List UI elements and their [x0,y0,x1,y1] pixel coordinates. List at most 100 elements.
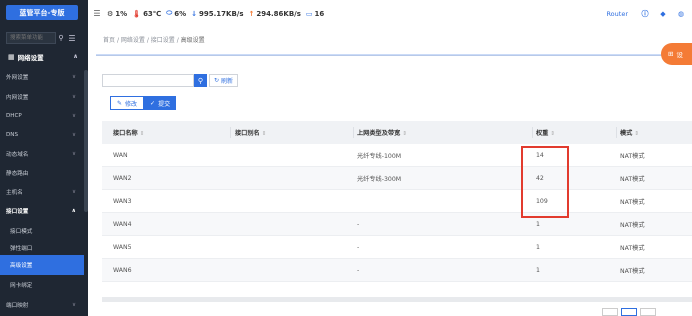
breadcrumb-home[interactable]: 首页 [103,37,115,44]
search-toolbar: ⚲ ↻ 刷新 [102,74,239,87]
edit-label: 修改 [125,100,138,108]
shirt-theme-icon[interactable]: ◆ [656,10,670,18]
sidebar-item-wan[interactable]: 外网设置 ∨ [0,66,84,88]
cell-mode: NAT模式 [620,267,645,275]
action-toolbar: ✎ 修改 ✓ 提交 [110,96,177,110]
cell-interface-name: WAN2 [113,174,132,182]
network-settings-icon: ▦ [8,52,15,61]
router-link[interactable]: Router [606,10,628,18]
cell-mode: NAT模式 [620,244,645,252]
chevron-down-icon: ∨ [71,302,76,308]
menu-icon[interactable]: ☰ [67,32,77,44]
grid-icon: ⊞ [668,50,674,58]
cell-mode: NAT模式 [620,152,645,160]
sidebar-scrollbar[interactable] [84,70,88,212]
pagination-next-button[interactable] [640,308,656,316]
chevron-down-icon: ∨ [71,189,76,195]
chevron-down-icon: ∨ [71,132,76,138]
menu-toggle-icon[interactable]: ☰ [92,9,102,18]
table-search-input[interactable] [102,74,194,87]
pagination-prev-button[interactable] [602,308,618,316]
chevron-up-icon: ∧ [73,53,78,60]
column-divider[interactable] [353,127,354,138]
cpu-value: 1% [115,9,128,18]
header-label: 上网类型及带宽 [357,130,401,137]
cell-connection-type: - [357,266,360,274]
monitor-icon: ▭ [305,9,313,18]
header-weight[interactable]: 权重 ⇕ [536,128,555,137]
cell-mode: NAT模式 [620,198,645,206]
breadcrumb-network[interactable]: 网络设置 [121,37,145,44]
memory-stat: ⬭ 6% [166,9,186,18]
menu-search-input[interactable] [6,32,56,44]
table-row[interactable]: WAN3 109 NAT模式 [102,190,692,213]
terminals-stat: ▭ 16 [306,10,324,18]
column-divider[interactable] [532,127,533,138]
upload-arrow-icon: ↑ [248,9,255,18]
cell-connection-type: - [357,220,360,228]
cell-connection-type: 光纤专线-100M [357,152,402,160]
sidebar-item-label: DNS [6,132,19,138]
info-icon[interactable]: ⓘ [638,9,652,19]
temperature-stat: 🌡 63℃ [132,10,161,18]
column-divider[interactable] [616,127,617,138]
weight-highlight-box [521,146,569,218]
submit-label: 提交 [158,100,171,108]
header-interface-name[interactable]: 接口名称 ⇕ [113,128,144,137]
cell-interface-name: WAN4 [113,220,132,228]
cell-connection-type: - [357,243,360,251]
sidebar-item-advanced-settings[interactable]: 高级设置 [0,255,84,275]
pagination [602,308,659,316]
sort-icon: ⇕ [402,131,407,137]
submit-button[interactable]: ✓ 提交 [144,96,177,110]
cell-connection-type: 光纤专线-300M [357,175,402,183]
top-status-bar: ☰ ⚙ 1% 🌡 63℃ ⬭ 6% ↓ 995.17KB/s ↑ 294.86KB/s ▭… [88,0,692,27]
cell-weight: 1 [536,243,540,251]
table-row[interactable]: WAN5 - 1 NAT模式 [102,236,692,259]
cell-weight: 1 [536,220,540,228]
table-row[interactable]: WAN 光纤专线-100M 14 NAT模式 [102,144,692,167]
table-row[interactable]: WAN4 - 1 NAT模式 [102,213,692,236]
sidebar-section-network[interactable]: ▦ 网络设置 ∧ [0,50,88,63]
chevron-up-icon: ∧ [71,208,76,214]
breadcrumb: 首页 / 网络设置 / 接口设置 / 高级设置 [103,35,205,44]
search-icon[interactable]: ⚲ [56,32,66,44]
sidebar-item-nic-bonding[interactable]: 网卡绑定 [0,274,84,296]
cell-weight: 1 [536,266,540,274]
sidebar-item-label: 静态路由 [6,171,29,177]
sidebar-item-interface-settings[interactable]: 接口设置 ∧ [0,200,84,222]
cell-mode: NAT模式 [620,175,645,183]
sidebar-item-label: 主机名 [6,190,23,196]
header-connection-type[interactable]: 上网类型及带宽 ⇕ [357,128,407,137]
table-horizontal-scrollbar[interactable] [102,297,692,302]
refresh-label: 刷新 [221,78,234,85]
sort-icon: ⇕ [139,131,145,137]
breadcrumb-interface[interactable]: 接口设置 [151,37,175,44]
breadcrumb-separator: / [176,37,179,44]
globe-icon[interactable]: ◍ [674,10,688,18]
cell-interface-name: WAN6 [113,266,132,274]
search-button[interactable]: ⚲ [194,74,207,87]
download-stat: ↓ 995.17KB/s [191,10,243,18]
brand-logo[interactable]: 蓝管平台-专版 [6,5,78,20]
pencil-icon: ✎ [117,99,123,107]
settings-float-button[interactable]: ⊞ 设 [661,43,692,65]
refresh-button[interactable]: ↻ 刷新 [209,74,239,87]
cell-interface-name: WAN3 [113,197,132,205]
memory-value: 6% [174,9,187,18]
table-row[interactable]: WAN2 光纤专线-300M 42 NAT模式 [102,167,692,190]
column-divider[interactable] [230,127,231,138]
memory-icon: ⬭ [166,9,173,17]
interface-table: 接口名称 ⇕ 接口别名 ⇕ 上网类型及带宽 ⇕ 权重 ⇕ 模式 ⇕ WAN 光纤专线-10… [102,121,692,282]
sort-icon: ⇕ [261,131,267,137]
sidebar-item-port-mapping[interactable]: 端口映射 ∨ [0,294,84,316]
header-label: 接口别名 [235,130,260,137]
chevron-down-icon: ∨ [71,151,76,157]
header-mode[interactable]: 模式 ⇕ [620,128,639,137]
edit-button[interactable]: ✎ 修改 [110,96,145,110]
pagination-page-button[interactable] [621,308,637,316]
float-button-label: 设 [676,51,683,59]
header-interface-alias[interactable]: 接口别名 ⇕ [235,128,266,137]
table-row[interactable]: WAN6 - 1 NAT模式 [102,259,692,282]
header-label: 接口名称 [113,130,138,137]
